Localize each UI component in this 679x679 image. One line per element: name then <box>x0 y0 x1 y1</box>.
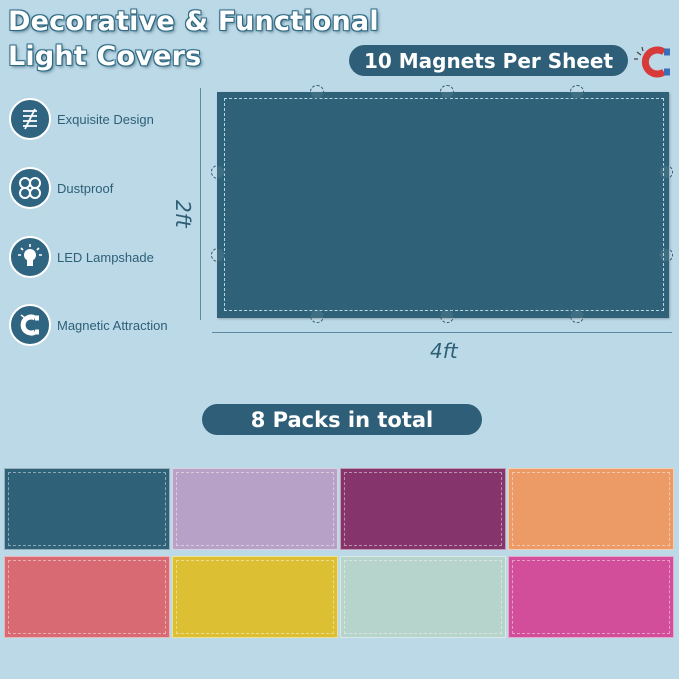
magnet-dot <box>310 85 324 99</box>
feature-led-lampshade: LED Lampshade <box>9 235 154 279</box>
magnet-dot <box>310 309 324 323</box>
width-dimension-line <box>212 332 672 333</box>
feature-label: Exquisite Design <box>57 111 154 127</box>
color-swatch-lavender <box>172 468 338 550</box>
feature-exquisite-design: Exquisite Design <box>9 97 154 141</box>
design-lines-icon <box>9 98 51 140</box>
magnet-dot <box>659 165 673 179</box>
magnet-dot <box>440 309 454 323</box>
packs-total-badge: 8 Packs in total <box>202 404 482 435</box>
magnets-per-sheet-badge: 10 Magnets Per Sheet <box>349 45 628 76</box>
feature-dustproof: Dustproof <box>9 166 113 210</box>
magnet-dot <box>440 85 454 99</box>
magnet-dot <box>211 165 225 179</box>
height-label: 2ft <box>171 200 195 228</box>
color-swatch-yellow <box>172 556 338 638</box>
title-line-1: Decorative & Functional <box>8 6 379 37</box>
magnet-icon <box>9 304 51 346</box>
sheet-stitching <box>224 98 664 311</box>
clover-dustproof-icon <box>9 167 51 209</box>
color-swatch-coral <box>4 556 170 638</box>
magnet-dot <box>659 248 673 262</box>
color-swatch-magenta <box>508 556 674 638</box>
color-swatch-orange <box>508 468 674 550</box>
magnet-dot <box>570 85 584 99</box>
color-swatch-mint <box>340 556 506 638</box>
magnet-dot <box>211 248 225 262</box>
color-swatch-teal <box>4 468 170 550</box>
title-line-2: Light Covers <box>8 41 202 72</box>
page-title: Decorative & Functional Light Covers <box>8 4 379 74</box>
horseshoe-magnet-icon <box>634 46 670 78</box>
feature-magnetic-attraction: Magnetic Attraction <box>9 303 168 347</box>
led-bulb-icon <box>9 236 51 278</box>
color-swatch-plum <box>340 468 506 550</box>
height-dimension-line <box>200 88 201 320</box>
width-label: 4ft <box>430 339 458 363</box>
feature-label: LED Lampshade <box>57 249 154 265</box>
feature-label: Dustproof <box>57 180 114 196</box>
feature-label: Magnetic Attraction <box>57 317 168 333</box>
magnet-dot <box>570 309 584 323</box>
